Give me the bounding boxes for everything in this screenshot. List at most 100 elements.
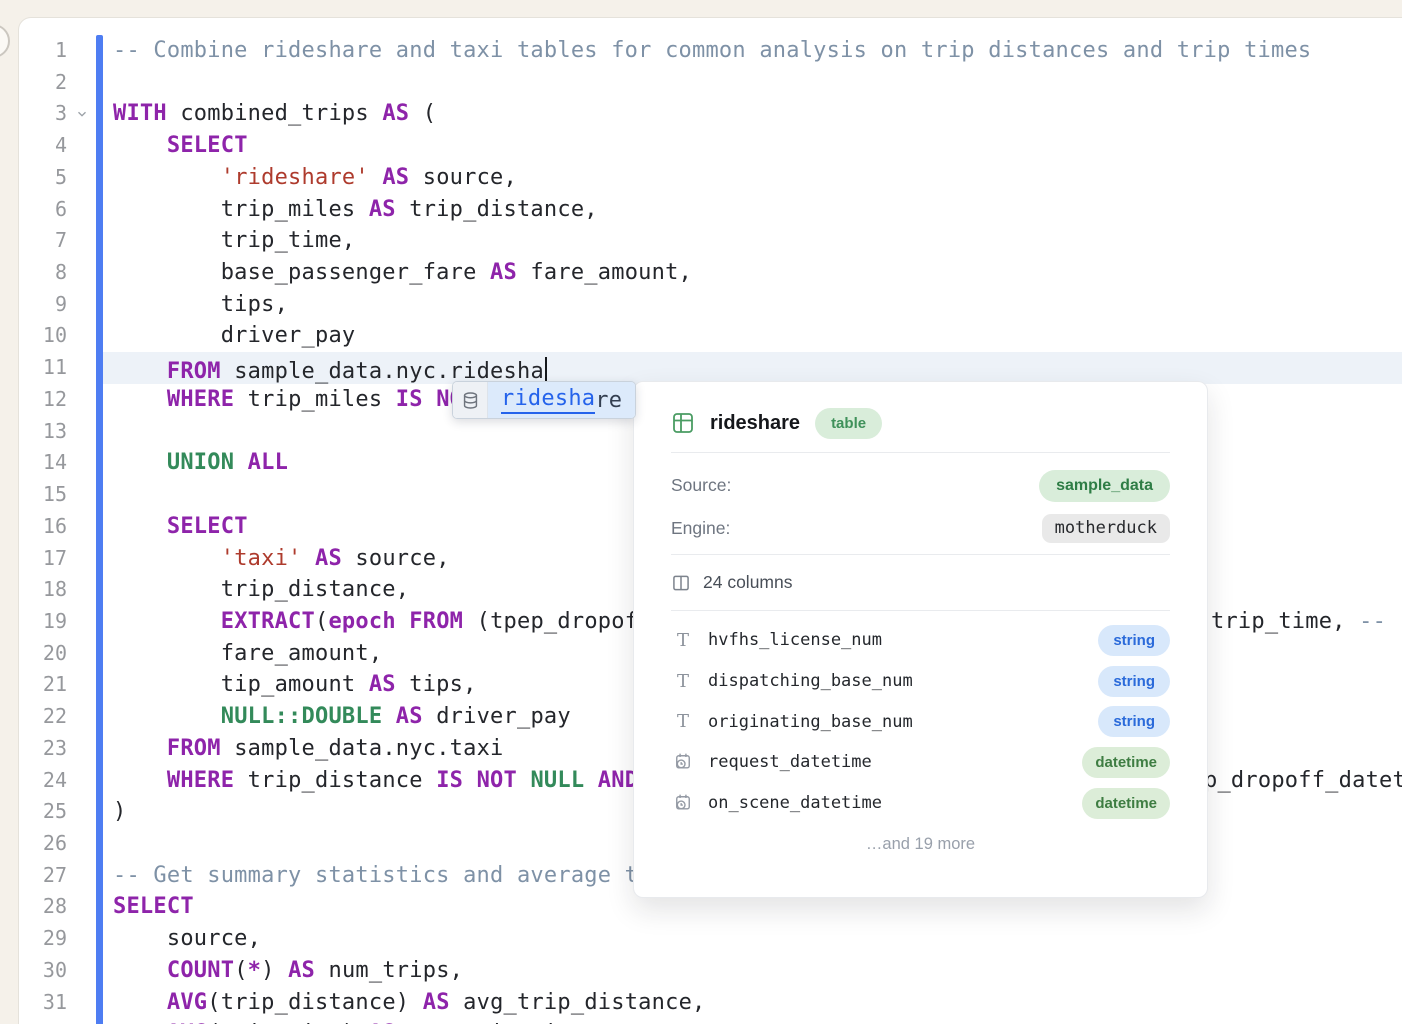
line-number: 31: [19, 987, 67, 1019]
line-number: 8: [19, 257, 67, 289]
code-line[interactable]: 9 tips,: [19, 289, 1402, 321]
code-line[interactable]: 4 SELECT: [19, 130, 1402, 162]
line-number: 7: [19, 225, 67, 257]
code-text: 'rideshare' AS source,: [113, 162, 1402, 194]
code-text-fragment: trip_time, --: [1211, 606, 1386, 638]
column-row: request_datetime datetime: [671, 742, 1170, 783]
divider: [671, 610, 1170, 611]
source-value-badge: sample_data: [1039, 470, 1170, 502]
code-line[interactable]: 29 source,: [19, 923, 1402, 955]
column-type-badge: datetime: [1082, 747, 1170, 778]
code-line[interactable]: 5 'rideshare' AS source,: [19, 162, 1402, 194]
line-number: 26: [19, 828, 67, 860]
code-text: WITH combined_trips AS (: [113, 98, 1402, 130]
table-info-card: rideshare table Source: sample_data Engi…: [633, 381, 1208, 898]
source-label: Source:: [671, 475, 731, 496]
code-line[interactable]: 6 trip_miles AS trip_distance,: [19, 194, 1402, 226]
columns-list: Thvfhs_license_numstringTdispatching_bas…: [671, 620, 1170, 823]
type-string-icon: T: [671, 630, 695, 651]
column-name: dispatching_base_num: [708, 671, 913, 691]
table-name: rideshare: [710, 412, 800, 435]
autocomplete-popup[interactable]: rideshare: [452, 381, 636, 419]
line-number: 29: [19, 923, 67, 955]
code-line[interactable]: 30 COUNT(*) AS num_trips,: [19, 955, 1402, 987]
column-name: hvfhs_license_num: [708, 630, 882, 650]
line-number: 20: [19, 638, 67, 670]
code-line[interactable]: 10 driver_pay: [19, 320, 1402, 352]
column-row: on_scene_datetimedatetime: [671, 783, 1170, 824]
line-number: 27: [19, 860, 67, 892]
code-line[interactable]: 32 AVG(trip_time) AS avg_trip_time,: [19, 1018, 1402, 1024]
code-line[interactable]: 11 FROM sample_data.nyc.ridesha: [19, 352, 1402, 384]
code-text: AVG(trip_time) AS avg_trip_time,: [113, 1018, 1402, 1024]
code-line[interactable]: 8 base_passenger_fare AS fare_amount,: [19, 257, 1402, 289]
line-number: 17: [19, 543, 67, 575]
autocomplete-item-rideshare[interactable]: rideshare: [488, 382, 635, 418]
line-number: 16: [19, 511, 67, 543]
line-number: 1: [19, 35, 67, 67]
database-icon: [453, 382, 488, 418]
line-number: 23: [19, 733, 67, 765]
code-text: driver_pay: [113, 320, 1402, 352]
line-number: 6: [19, 194, 67, 226]
code-text: base_passenger_fare AS fare_amount,: [113, 257, 1402, 289]
autocomplete-match-text: ridesha: [501, 386, 595, 414]
column-name: originating_base_num: [708, 712, 913, 732]
type-string-icon: T: [671, 711, 695, 732]
code-text: AVG(trip_distance) AS avg_trip_distance,: [113, 987, 1402, 1019]
column-type-badge: string: [1098, 625, 1170, 656]
line-number: 5: [19, 162, 67, 194]
engine-label: Engine:: [671, 518, 730, 539]
code-text: -- Combine rideshare and taxi tables for…: [113, 35, 1402, 67]
code-line[interactable]: 31 AVG(trip_distance) AS avg_trip_distan…: [19, 987, 1402, 1019]
engine-value-badge: motherduck: [1042, 514, 1170, 543]
text-cursor: [545, 357, 548, 383]
line-number: 2: [19, 67, 67, 99]
line-number: 22: [19, 701, 67, 733]
code-text: COUNT(*) AS num_trips,: [113, 955, 1402, 987]
line-number: 19: [19, 606, 67, 638]
line-number: 10: [19, 320, 67, 352]
code-line[interactable]: 1 -- Combine rideshare and taxi tables fo…: [19, 35, 1402, 67]
divider: [671, 452, 1170, 453]
column-row: Toriginating_base_num string: [671, 701, 1170, 742]
app-background: { "window": { "background": "#f5f1ea" },…: [0, 0, 1402, 1024]
table-type-badge: table: [815, 408, 882, 439]
code-text: trip_miles AS trip_distance,: [113, 194, 1402, 226]
partial-side-button[interactable]: [0, 24, 10, 58]
type-string-icon: T: [671, 671, 695, 692]
line-number: 18: [19, 574, 67, 606]
autocomplete-rest-text: re: [595, 388, 622, 413]
column-name: on_scene_datetime: [708, 793, 882, 813]
line-number: 4: [19, 130, 67, 162]
code-line[interactable]: 3WITH combined_trips AS (: [19, 98, 1402, 130]
line-number: 15: [19, 479, 67, 511]
line-number: 25: [19, 796, 67, 828]
columns-count-row: 24 columns: [671, 555, 1170, 610]
code-text: source,: [113, 923, 1402, 955]
code-text: SELECT: [113, 130, 1402, 162]
code-line[interactable]: 2: [19, 67, 1402, 99]
engine-row: Engine: motherduck: [671, 507, 1170, 550]
line-number: 12: [19, 384, 67, 416]
column-name: request_datetime: [708, 752, 872, 772]
table-icon: [671, 411, 695, 435]
code-text: tips,: [113, 289, 1402, 321]
column-type-badge: string: [1098, 706, 1170, 737]
column-type-badge: string: [1098, 666, 1170, 697]
line-number: 13: [19, 416, 67, 448]
line-number: 28: [19, 891, 67, 923]
columns-icon: [671, 573, 691, 593]
type-datetime-icon: [671, 752, 695, 772]
code-line[interactable]: 7 trip_time,: [19, 225, 1402, 257]
column-row: Thvfhs_license_num string: [671, 620, 1170, 661]
column-row: Tdispatching_base_num string: [671, 661, 1170, 702]
line-number: 21: [19, 669, 67, 701]
code-text-fragment: p_dropoff_datet: [1204, 765, 1402, 797]
line-number: 14: [19, 447, 67, 479]
fold-chevron-down-icon[interactable]: [75, 98, 89, 130]
code-text: trip_time,: [113, 225, 1402, 257]
line-number: 11: [19, 352, 67, 384]
columns-count-label: 24 columns: [703, 572, 793, 593]
line-number: 24: [19, 765, 67, 797]
